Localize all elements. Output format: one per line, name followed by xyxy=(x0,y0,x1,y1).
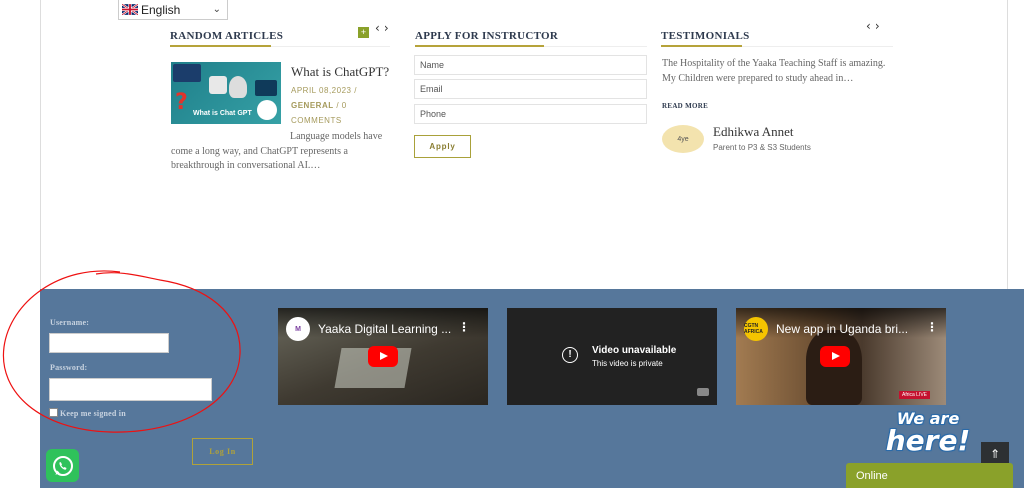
video-private-text: This video is private xyxy=(592,359,663,368)
email-field[interactable] xyxy=(414,79,647,99)
apply-button[interactable]: Apply xyxy=(414,135,471,158)
more-options-icon[interactable]: ⋮ xyxy=(458,320,470,334)
ai-graphic-icon xyxy=(173,64,201,82)
heading-accent xyxy=(170,45,271,47)
language-selector[interactable]: English ⌄ xyxy=(118,0,228,20)
chevron-down-icon: ⌄ xyxy=(212,4,221,15)
play-button-icon[interactable] xyxy=(820,346,850,367)
testimonials-heading: TESTIMONIALS xyxy=(661,30,750,42)
article-date: APRIL 08,2023 xyxy=(291,86,352,95)
chat-status: Online xyxy=(856,469,888,482)
laptop-icon xyxy=(255,80,277,96)
phone-field[interactable] xyxy=(414,104,647,124)
avatar-alt-text: 4ye xyxy=(677,135,689,143)
article-thumbnail[interactable]: ? What is Chat GPT xyxy=(171,62,281,124)
double-chevron-up-icon: ⇑ xyxy=(989,447,1001,461)
article-excerpt: Language models have come a long way, an… xyxy=(171,131,383,171)
testimonial-quote: The Hospitality of the Yaaka Teaching St… xyxy=(662,58,886,84)
prev-arrow-icon[interactable]: ‹ xyxy=(375,21,384,35)
article-title[interactable]: What is ChatGPT? xyxy=(291,64,389,80)
tagline-bottom: here! xyxy=(885,424,971,457)
next-arrow-icon[interactable]: › xyxy=(875,19,884,33)
more-options-icon[interactable]: ⋮ xyxy=(926,320,938,334)
play-button-icon[interactable] xyxy=(368,346,398,367)
video-embed-1[interactable]: M Yaaka Digital Learning ... ⋮ xyxy=(278,308,488,405)
read-more-link[interactable]: READ MORE xyxy=(662,102,708,110)
avatar: 4ye xyxy=(662,125,704,153)
video-embed-2[interactable]: ! Video unavailable This video is privat… xyxy=(507,308,717,405)
openai-logo-icon xyxy=(257,100,277,120)
channel-logo-icon: CGTN AFRICA xyxy=(744,317,768,341)
testimonial-role: Parent to P3 & S3 Students xyxy=(713,143,811,152)
page-edge-line xyxy=(1007,0,1008,289)
page-edge-line xyxy=(40,0,41,289)
add-icon[interactable]: + xyxy=(358,27,369,38)
carousel-arrows[interactable]: ‹› xyxy=(866,19,884,33)
article-category[interactable]: GENERAL xyxy=(291,101,334,110)
video-unavailable-title: Video unavailable xyxy=(592,345,677,356)
youtube-logo-icon[interactable] xyxy=(697,388,709,396)
apply-instructor-heading: APPLY FOR INSTRUCTOR xyxy=(415,30,559,42)
heading-accent xyxy=(661,45,742,47)
article-meta: APRIL 08,2023 / GENERAL / 0 COMMENTS xyxy=(291,86,357,125)
chat-widget-tagline[interactable]: We are here! xyxy=(880,410,976,455)
carousel-arrows[interactable]: ‹› xyxy=(375,21,393,35)
annotation-circle xyxy=(2,270,241,433)
name-field[interactable] xyxy=(414,55,647,75)
video-title[interactable]: New app in Uganda bri... xyxy=(776,322,908,336)
testimonial-name: Edhikwa Annet xyxy=(713,124,794,139)
random-articles-heading: RANDOM ARTICLES xyxy=(170,30,284,42)
prev-arrow-icon[interactable]: ‹ xyxy=(866,19,875,33)
heading-accent xyxy=(415,45,544,47)
channel-logo-icon: M xyxy=(286,317,310,341)
chat-online-bar[interactable]: Online xyxy=(846,463,1013,488)
chip-icon xyxy=(209,76,227,94)
login-button[interactable]: Log In xyxy=(192,438,253,465)
alert-icon: ! xyxy=(562,347,578,363)
next-arrow-icon[interactable]: › xyxy=(384,21,393,35)
video-embed-3[interactable]: CGTN AFRICA New app in Uganda bri... ⋮ A… xyxy=(736,308,946,405)
thumbnail-caption: What is Chat GPT xyxy=(193,110,252,117)
video-title[interactable]: Yaaka Digital Learning ... xyxy=(318,322,451,336)
whatsapp-button[interactable] xyxy=(46,449,79,482)
language-value: English xyxy=(141,2,181,17)
uk-flag-icon xyxy=(122,4,138,15)
whatsapp-icon xyxy=(52,455,73,476)
robot-icon xyxy=(229,76,247,98)
question-mark-icon: ? xyxy=(175,90,188,115)
live-badge: Africa LIVE xyxy=(899,391,931,399)
